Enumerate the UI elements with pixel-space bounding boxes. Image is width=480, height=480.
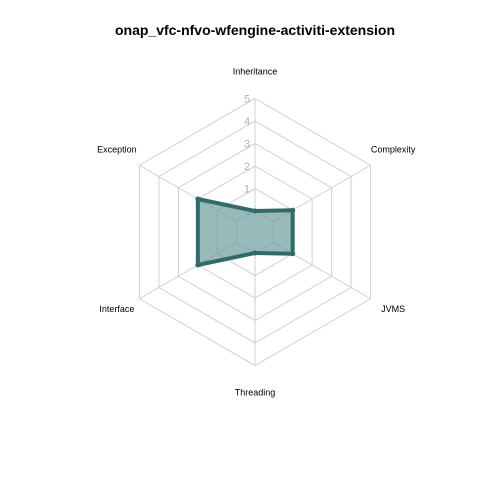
axis-label-threading: Threading bbox=[235, 388, 276, 398]
axis-label-interface: Interface bbox=[99, 304, 134, 314]
axis-label-complexity: Complexity bbox=[371, 144, 416, 154]
tick-label: 3 bbox=[244, 139, 250, 151]
radar-chart: onap_vfc-nfvo-wfengine-activiti-extensio… bbox=[97, 22, 416, 398]
axis-label-jvms: JVMS bbox=[381, 304, 405, 314]
data-point-threading bbox=[252, 250, 258, 256]
data-point-complexity bbox=[290, 207, 296, 213]
tick-label: 5 bbox=[244, 94, 250, 106]
axis-label-inheritance: Inheritance bbox=[233, 67, 278, 77]
data-point-inheritance bbox=[252, 208, 258, 214]
tick-labels: 012345 bbox=[244, 94, 250, 219]
tick-label: 4 bbox=[244, 116, 250, 128]
tick-label: 1 bbox=[244, 184, 250, 196]
data-point-jvms bbox=[290, 251, 296, 257]
data-point-interface bbox=[195, 262, 201, 268]
series-area bbox=[195, 197, 295, 267]
axis-label-exception: Exception bbox=[97, 144, 137, 154]
tick-label: 2 bbox=[244, 161, 250, 173]
data-series bbox=[195, 196, 296, 268]
data-point-exception bbox=[195, 196, 201, 202]
chart-title: onap_vfc-nfvo-wfengine-activiti-extensio… bbox=[115, 22, 395, 38]
